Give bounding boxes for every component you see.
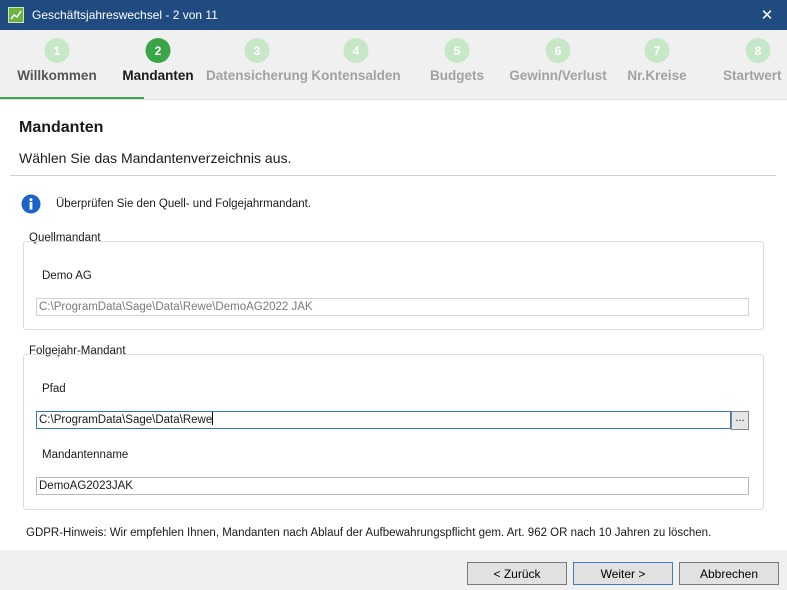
path-input[interactable]: C:\ProgramData\Sage\Data\Rewe	[36, 411, 731, 429]
close-icon: ✕	[760, 7, 774, 24]
close-button[interactable]: ✕	[747, 0, 787, 30]
step-mandanten[interactable]: 2 Mandanten	[114, 30, 202, 99]
step-kontensalden[interactable]: 4 Kontensalden	[308, 30, 404, 99]
step-label: Budgets	[430, 68, 484, 83]
step-number: 4	[343, 38, 369, 63]
step-budgets[interactable]: 5 Budgets	[415, 30, 499, 99]
step-number: 2	[145, 38, 171, 63]
step-startwert[interactable]: 8 Startwert	[720, 30, 787, 99]
source-name: Demo AG	[42, 270, 92, 282]
client-name-input[interactable]: DemoAG2023JAK	[36, 477, 749, 495]
step-datensicherung[interactable]: 3 Datensicherung	[202, 30, 312, 99]
client-name-label: Mandantenname	[42, 449, 129, 461]
step-label: Willkommen	[17, 68, 97, 83]
info-icon	[21, 194, 41, 214]
step-willkommen[interactable]: 1 Willkommen	[0, 30, 114, 99]
footer-bar: < Zurück Weiter > Abbrechen	[0, 550, 787, 590]
gdpr-note: GDPR-Hinweis: Wir empfehlen Ihnen, Manda…	[26, 527, 712, 539]
step-label: Startwert	[723, 68, 782, 83]
step-label: Kontensalden	[311, 68, 401, 83]
window-title: Geschäftsjahreswechsel - 2 von 11	[32, 8, 218, 22]
source-group	[23, 241, 764, 330]
path-label: Pfad	[42, 383, 66, 395]
path-value: C:\ProgramData\Sage\Data\Rewe	[39, 414, 213, 426]
step-label: Gewinn/Verlust	[509, 68, 607, 83]
next-button[interactable]: Weiter >	[573, 562, 673, 585]
cancel-button[interactable]: Abbrechen	[679, 562, 779, 585]
step-nr-kreise[interactable]: 7 Nr.Kreise	[616, 30, 698, 99]
step-label: Datensicherung	[205, 68, 309, 83]
source-path-field: C:\ProgramData\Sage\Data\Rewe\DemoAG2022…	[36, 298, 749, 316]
page-subtitle: Wählen Sie das Mandantenverzeichnis aus.	[19, 150, 292, 166]
step-number: 8	[745, 38, 771, 63]
page-title: Mandanten	[19, 119, 104, 136]
chart-app-icon	[8, 7, 24, 23]
step-number: 1	[44, 38, 70, 63]
wizard-steps: 1 Willkommen 2 Mandanten 3 Datensicherun…	[0, 30, 787, 100]
title-bar: Geschäftsjahreswechsel - 2 von 11 ✕	[0, 0, 787, 30]
step-number: 3	[244, 38, 270, 63]
browse-button[interactable]: ...	[731, 411, 749, 430]
step-label: Nr.Kreise	[627, 68, 687, 83]
step-number: 5	[444, 38, 470, 63]
info-message: Überprüfen Sie den Quell- und Folgejahrm…	[56, 198, 312, 210]
back-button[interactable]: < Zurück	[467, 562, 567, 585]
step-gewinn-verlust[interactable]: 6 Gewinn/Verlust	[503, 30, 613, 99]
step-number: 6	[545, 38, 571, 63]
step-number: 7	[644, 38, 670, 63]
step-label: Mandanten	[122, 68, 194, 83]
text-cursor	[212, 412, 214, 425]
header-divider	[10, 175, 776, 176]
active-step-underline	[0, 97, 144, 99]
